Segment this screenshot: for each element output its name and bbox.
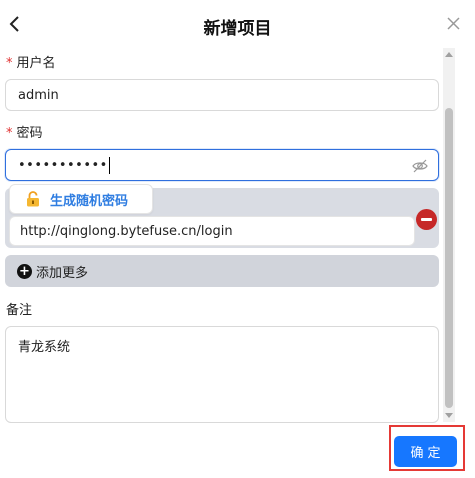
text-caret [108, 156, 110, 174]
plus-circle-icon: + [17, 263, 32, 279]
required-mark: * [6, 126, 13, 141]
unlock-icon [27, 191, 39, 207]
scroll-down-arrow-icon[interactable] [443, 410, 455, 422]
vertical-scrollbar[interactable] [443, 48, 455, 422]
generate-password-button[interactable]: 生成随机密码 [9, 184, 153, 214]
password-label: * 密码 [6, 122, 43, 141]
username-value: admin [18, 87, 59, 103]
form-content: * 用户名 admin * 密码 ••••••••••• 生成随机密码 http:/… [0, 48, 441, 428]
scroll-up-arrow-icon[interactable] [443, 48, 455, 60]
add-more-button[interactable]: + 添加更多 [5, 255, 439, 287]
remove-url-button[interactable] [416, 209, 437, 230]
close-button[interactable] [443, 13, 463, 33]
url-input[interactable]: http://qinglong.bytefuse.cn/login [9, 216, 415, 246]
url-entry-group: 生成随机密码 http://qinglong.bytefuse.cn/login [5, 184, 439, 248]
password-label-text: 密码 [16, 126, 43, 141]
password-input[interactable]: ••••••••••• [5, 149, 439, 181]
notes-label: 备注 [6, 303, 33, 318]
minus-circle-icon [421, 218, 432, 221]
required-mark: * [6, 56, 13, 71]
generate-password-label: 生成随机密码 [50, 193, 129, 209]
dialog-header: 新增项目 [0, 0, 475, 48]
dialog-title: 新增项目 [203, 19, 272, 39]
username-input[interactable]: admin [5, 79, 439, 111]
confirm-button[interactable]: 确定 [394, 436, 457, 467]
notes-value: 青龙系统 [18, 340, 71, 355]
add-more-label: 添加更多 [36, 265, 89, 281]
close-icon [446, 16, 460, 30]
url-value: http://qinglong.bytefuse.cn/login [20, 223, 233, 239]
eye-off-icon[interactable] [412, 158, 428, 174]
notes-textarea[interactable]: 青龙系统 [5, 326, 439, 423]
scrollbar-thumb[interactable] [445, 108, 453, 408]
username-label-text: 用户名 [16, 56, 56, 71]
username-label: * 用户名 [6, 52, 56, 71]
password-value: ••••••••••• [18, 157, 108, 173]
